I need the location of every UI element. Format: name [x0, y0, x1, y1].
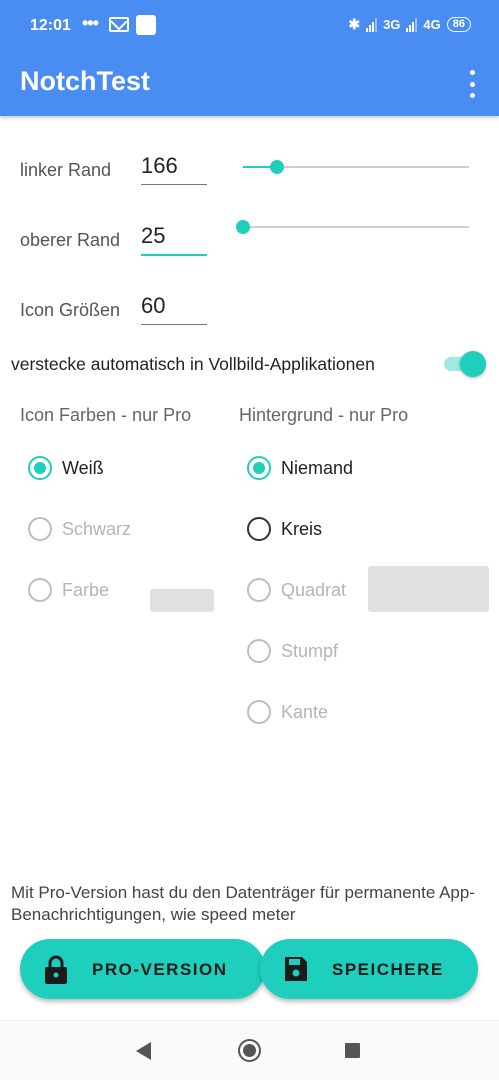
signal-icon-2	[406, 17, 418, 32]
radio-label: Kante	[281, 701, 329, 722]
notification-app-icon	[136, 15, 156, 35]
icon-size-input[interactable]: 60	[141, 293, 207, 325]
recents-icon[interactable]	[345, 1043, 360, 1058]
color-swatch[interactable]	[150, 589, 214, 612]
radio-circle[interactable]	[28, 517, 52, 541]
home-icon[interactable]	[238, 1039, 261, 1062]
signal-icon	[366, 17, 378, 32]
system-nav-bar	[0, 1020, 499, 1080]
radio-bg-edge[interactable]: Kante	[247, 700, 328, 724]
network-type-2: 4G	[423, 17, 441, 32]
radio-color-black[interactable]: Schwarz	[28, 517, 131, 541]
pro-version-button[interactable]: PRO-VERSION	[20, 939, 265, 999]
network-type-1: 3G	[383, 17, 401, 32]
radio-circle[interactable]	[247, 578, 271, 602]
top-margin-label: oberer Rand	[20, 230, 121, 250]
radio-bg-blunt[interactable]: Stumpf	[247, 639, 338, 663]
auto-hide-label: verstecke automatisch in Vollbild-Applik…	[11, 354, 375, 374]
save-icon	[285, 957, 307, 981]
radio-circle[interactable]	[247, 700, 271, 724]
lock-icon	[45, 955, 67, 984]
top-margin-slider[interactable]	[236, 217, 469, 237]
radio-color-white[interactable]: Weiß	[28, 456, 104, 480]
pro-version-label: PRO-VERSION	[92, 960, 228, 979]
radio-bg-circle[interactable]: Kreis	[247, 517, 322, 541]
radio-label: Niemand	[281, 457, 354, 478]
background-swatch[interactable]	[368, 566, 489, 612]
app-bar: NotchTest	[0, 52, 499, 116]
auto-hide-switch[interactable]	[444, 350, 486, 378]
app-title: NotchTest	[20, 66, 151, 96]
slider-thumb[interactable]	[236, 220, 250, 234]
radio-label: Weiß	[62, 457, 104, 478]
radio-circle[interactable]	[28, 578, 52, 602]
status-bar: 12:01 ••• ✱ 3G 4G 86	[0, 0, 499, 52]
bluetooth-icon: ✱	[348, 16, 361, 32]
radio-circle[interactable]	[247, 456, 271, 480]
more-notifications-icon: •••	[82, 13, 99, 33]
radio-circle[interactable]	[247, 517, 271, 541]
left-margin-label: linker Rand	[20, 160, 112, 180]
save-label: SPEICHERE	[332, 960, 444, 979]
radio-circle[interactable]	[247, 639, 271, 663]
status-time: 12:01	[30, 17, 71, 34]
pro-info-text: Mit Pro-Version hast du den Datenträger …	[11, 883, 475, 924]
left-margin-input[interactable]: 166	[141, 153, 207, 185]
slider-thumb[interactable]	[269, 160, 284, 174]
radio-label: Quadrat	[281, 579, 347, 600]
icon-size-label: Icon Größen	[20, 300, 121, 320]
battery-icon: 86	[446, 17, 471, 32]
status-icons: ✱ 3G 4G 86	[348, 16, 471, 33]
radio-label: Schwarz	[62, 518, 132, 539]
background-header: Hintergrund - nur Pro	[239, 405, 409, 425]
save-button[interactable]: SPEICHERE	[260, 939, 478, 999]
radio-circle[interactable]	[28, 456, 52, 480]
back-icon[interactable]	[136, 1042, 151, 1060]
radio-color-custom[interactable]: Farbe	[28, 578, 109, 602]
top-margin-input[interactable]: 25	[141, 223, 207, 256]
radio-bg-none[interactable]: Niemand	[247, 456, 353, 480]
left-margin-slider[interactable]	[243, 157, 469, 177]
gmail-icon	[109, 17, 129, 32]
icon-colors-header: Icon Farben - nur Pro	[20, 405, 192, 425]
radio-bg-square[interactable]: Quadrat	[247, 578, 346, 602]
radio-label: Kreis	[281, 518, 323, 539]
radio-label: Farbe	[62, 579, 110, 600]
more-vert-icon[interactable]	[467, 70, 477, 98]
radio-label: Stumpf	[281, 640, 339, 661]
